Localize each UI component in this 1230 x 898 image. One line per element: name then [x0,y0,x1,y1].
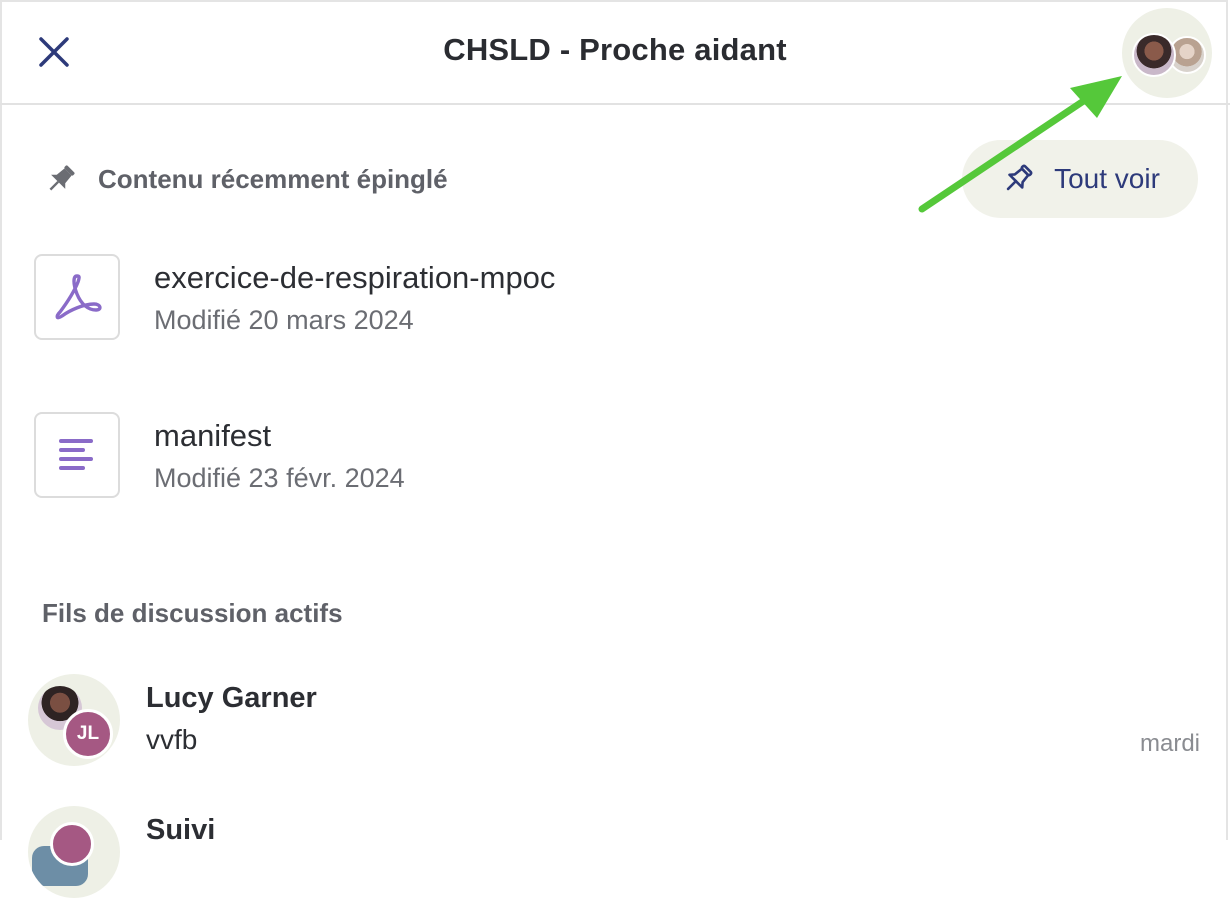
file-name: exercice-de-respiration-mpoc [154,260,556,295]
pinned-file-item[interactable]: manifest Modifié 23 févr. 2024 [34,412,405,498]
file-modified-date: Modifié 20 mars 2024 [154,305,414,335]
members-avatar-group[interactable] [1122,8,1212,98]
pin-icon [42,160,80,198]
avatar-initials: JL [63,709,113,759]
file-name: manifest [154,418,272,453]
header: CHSLD - Proche aidant [0,0,1230,105]
pinned-file-item[interactable]: exercice-de-respiration-mpoc Modifié 20 … [34,254,555,340]
thread-avatar: JL [28,674,120,766]
thread-item[interactable]: JL Lucy Garner vvfb mardi [28,674,1200,766]
see-all-button[interactable]: Tout voir [962,140,1198,218]
pinned-section-title: Contenu récemment épinglé [98,163,448,194]
pin-outline-icon [1000,161,1036,197]
thread-item[interactable]: Suivi [28,806,1200,898]
see-all-label: Tout voir [1054,163,1160,194]
thread-date: mardi [1139,730,1200,757]
file-icon-box [34,412,120,498]
avatar [50,822,94,866]
document-icon [59,439,93,470]
thread-name: Suivi [146,814,216,846]
thread-avatar [28,806,120,898]
pdf-icon [55,274,102,320]
thread-name: Lucy Garner [146,682,317,714]
pinned-section-heading: Contenu récemment épinglé [42,160,448,198]
file-modified-date: Modifié 23 févr. 2024 [154,463,405,493]
thread-preview: vvfb [146,724,198,755]
avatar [1132,33,1176,77]
page-title: CHSLD - Proche aidant [443,32,787,67]
threads-section-heading: Fils de discussion actifs [42,598,343,628]
file-icon-box [34,254,120,340]
